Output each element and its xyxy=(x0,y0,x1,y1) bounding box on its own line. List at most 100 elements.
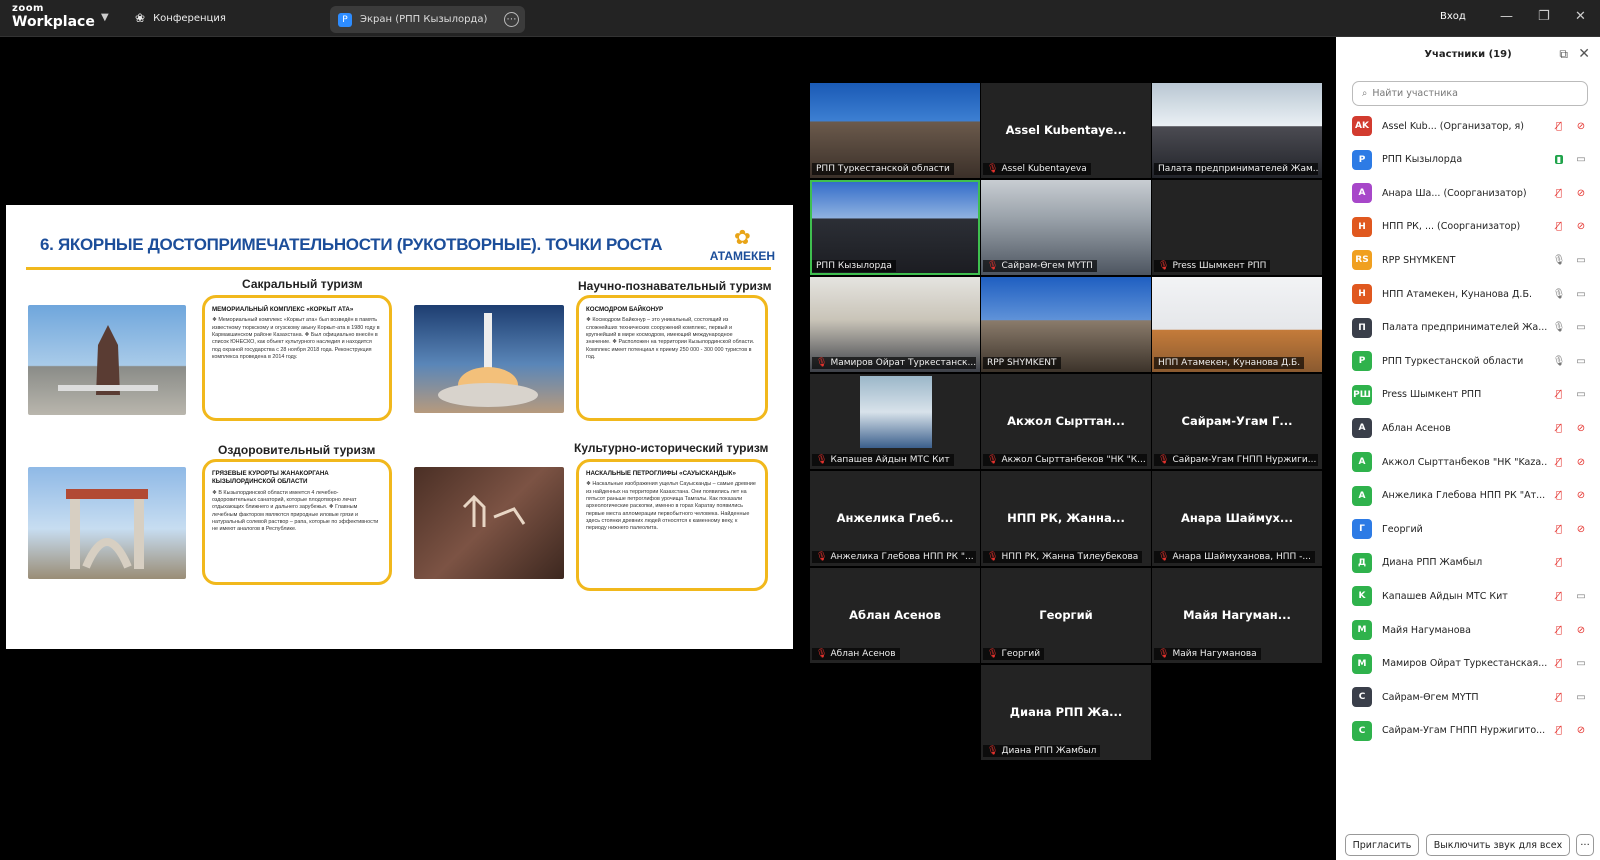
camera-icon: ▭ xyxy=(1576,355,1586,367)
box-body: ❖ В Кызылординской области имеется 4 леч… xyxy=(212,489,379,533)
video-tile[interactable]: Акжол Сырттан... 🎙 Акжол Сырттанбеков "НК … xyxy=(981,374,1151,469)
mute-all-button[interactable]: Выключить звук для всех xyxy=(1426,834,1570,856)
atameken-logo: ✿ АТАМЕКЕН xyxy=(710,225,775,263)
mic-muted-icon: 🎙̸ xyxy=(1555,422,1562,434)
tile-label-text: Акжол Сырттанбеков "НК "К... xyxy=(1001,455,1146,465)
participant-row[interactable]: RS RPP SHYMKENT 🎙 ▭ xyxy=(1352,246,1592,274)
tile-center-name: Assel Kubentaye... xyxy=(1005,123,1127,137)
participant-row[interactable]: K Капашев Айдын МТС Кит 🎙̸ ▭ xyxy=(1352,582,1592,610)
conference-menu[interactable]: ❀ Конференция xyxy=(135,11,226,25)
mic-muted-icon: 🎙̸ xyxy=(1555,120,1562,132)
participant-row[interactable]: H НПП Атамекен, Кунанова Д.Б. 🎙 ▭ xyxy=(1352,280,1592,308)
video-tile[interactable]: 🎙 Сайрам-Өгем МҮТП xyxy=(981,180,1151,275)
restore-icon[interactable]: ❐ xyxy=(1538,9,1550,24)
participant-row[interactable]: M Мамиров Ойрат Туркестанская... 🎙̸ ▭ xyxy=(1352,650,1592,678)
tile-name-label: РПП Кызылорда xyxy=(812,260,896,272)
video-tile[interactable]: НПП РК, Жанна... 🎙 НПП РК, Жанна Тилеубеко… xyxy=(981,471,1151,566)
box-baikonur: КОСМОДРОМ БАЙКОНУР ❖ Космодром Байконур … xyxy=(576,295,768,421)
login-button[interactable]: Вход xyxy=(1440,11,1466,22)
video-tile[interactable]: Анжелика Глеб... 🎙 Анжелика Глебова НПП РК… xyxy=(810,471,980,566)
mic-muted-icon: 🎙 xyxy=(1158,552,1170,562)
tile-label-text: Assel Kubentayeva xyxy=(1001,164,1087,174)
mic-muted-icon: 🎙 xyxy=(987,261,999,271)
participant-name: НПП РК, ... (Соорганизатор) xyxy=(1382,221,1521,233)
search-input[interactable]: ⌕ Найти участника xyxy=(1352,81,1588,106)
participant-row[interactable]: П Палата предпринимателей Жа... 🎙 ▭ xyxy=(1352,314,1592,342)
more-button[interactable]: ··· xyxy=(1576,834,1594,856)
close-icon[interactable]: ✕ xyxy=(1578,46,1590,62)
camera-icon: ▭ xyxy=(1576,288,1586,300)
tile-name-label: НПП Атамекен, Кунанова Д.Б. xyxy=(1154,357,1305,369)
participant-row[interactable]: A Акжол Сырттанбеков "НК "Kaza... 🎙̸ ⊘ xyxy=(1352,448,1592,476)
video-tile[interactable]: 🎙 Капашев Айдын МТС Кит xyxy=(810,374,980,469)
participant-row[interactable]: C Сайрам-Өгем МҮТП 🎙̸ ▭ xyxy=(1352,683,1592,711)
participant-row[interactable]: C Сайрам-Угам ГНПП Нуржигито... 🎙̸ ⊘ xyxy=(1352,717,1592,745)
mic-muted-icon: 🎙 xyxy=(987,746,999,756)
avatar: AK xyxy=(1352,116,1372,136)
video-tile[interactable]: РПП Туркестанской области xyxy=(810,83,980,178)
mic-muted-icon: 🎙̸ xyxy=(1555,490,1562,502)
video-tile[interactable]: Анара Шаймух... 🎙 Анара Шаймуханова, НПП -… xyxy=(1152,471,1322,566)
search-icon: ⌕ xyxy=(1362,88,1368,99)
tile-center-name: Анара Шаймух... xyxy=(1180,511,1294,525)
camera-off-icon: ⊘ xyxy=(1576,221,1586,233)
video-tile[interactable]: Диана РПП Жа... 🎙 Диана РПП Жамбыл xyxy=(981,665,1151,760)
participant-row[interactable]: Д Диана РПП Жамбыл 🎙̸ xyxy=(1352,549,1592,577)
camera-off-icon: ⊘ xyxy=(1576,422,1586,434)
close-icon[interactable]: ✕ xyxy=(1575,9,1586,24)
tile-label-text: НПП Атамекен, Кунанова Д.Б. xyxy=(1158,358,1301,368)
participant-row[interactable]: A Аблан Асенов 🎙̸ ⊘ xyxy=(1352,414,1592,442)
video-tile[interactable]: Сайрам-Угам Г... 🎙 Сайрам-Угам ГНПП Нуржиг… xyxy=(1152,374,1322,469)
video-tile[interactable]: Палата предпринимателей Жам... xyxy=(1152,83,1322,178)
mic-muted-icon: 🎙̸ xyxy=(1555,658,1562,670)
avatar: A xyxy=(1352,183,1372,204)
video-tile[interactable]: Георгий 🎙 Георгий xyxy=(981,568,1151,663)
participant-row[interactable]: M Майя Нагуманова 🎙̸ ⊘ xyxy=(1352,616,1592,644)
box-head: ГРЯЗЕВЫЕ КУРОРТЫ ЖАНАКОРГАНА КЫЗЫЛОРДИНС… xyxy=(212,470,329,486)
invite-button[interactable]: Пригласить xyxy=(1345,834,1419,856)
participant-row[interactable]: P РПП Кызылорда ▮ ▭ xyxy=(1352,146,1592,174)
avatar: M xyxy=(1352,653,1372,674)
video-tile[interactable]: RPP SHYMKENT xyxy=(981,277,1151,372)
video-tile[interactable]: 🎙 Мамиров Ойрат Туркестанск... xyxy=(810,277,980,372)
options-icon[interactable]: ⋯ xyxy=(504,12,519,27)
mic-muted-icon: 🎙̸ xyxy=(1555,523,1562,535)
participant-row[interactable]: PШ Press Шымкент РПП 🎙̸ ▭ xyxy=(1352,381,1592,409)
video-tile[interactable]: Майя Нагуман... 🎙 Майя Нагуманова xyxy=(1152,568,1322,663)
participant-row[interactable]: H НПП РК, ... (Соорганизатор) 🎙̸ ⊘ xyxy=(1352,213,1592,241)
mic-muted-icon: 🎙̸ xyxy=(1555,691,1562,703)
mic-muted-icon: 🎙̸ xyxy=(1555,221,1562,233)
section-health: Оздоровительный туризм xyxy=(218,443,376,457)
participant-row[interactable]: A Анжелика Глебова НПП РК "Ат... 🎙̸ ⊘ xyxy=(1352,482,1592,510)
participant-row[interactable]: P РПП Туркестанской области 🎙 ▭ xyxy=(1352,347,1592,375)
video-tile[interactable]: Assel Kubentaye... 🎙 Assel Kubentayeva xyxy=(981,83,1151,178)
participant-name: Палата предпринимателей Жа... xyxy=(1382,322,1548,334)
participant-row[interactable]: A Анара Ша... (Соорганизатор) 🎙̸ ⊘ xyxy=(1352,179,1592,207)
popout-icon[interactable]: ⧉ xyxy=(1559,47,1568,62)
participant-row[interactable]: Г Георгий 🎙̸ ⊘ xyxy=(1352,515,1592,543)
tile-name-label: 🎙 Аблан Асенов xyxy=(812,648,900,660)
tile-label-text: Палата предпринимателей Жам... xyxy=(1158,164,1318,174)
video-tile[interactable]: 🎙 Press Шымкент РПП xyxy=(1152,180,1322,275)
avatar: H xyxy=(1352,284,1372,304)
minimize-icon[interactable]: — xyxy=(1500,9,1513,24)
video-tile[interactable]: РПП Кызылорда xyxy=(810,180,980,275)
mic-icon: 🎙 xyxy=(1552,322,1566,334)
camera-icon: ▭ xyxy=(1576,658,1586,670)
tile-name-label: Палата предпринимателей Жам... xyxy=(1154,163,1318,175)
avatar: K xyxy=(1352,586,1372,607)
tile-name-label: 🎙 Press Шымкент РПП xyxy=(1154,260,1271,272)
title-bar: zoom Workplace ▼ ❀ Конференция P Экран (… xyxy=(0,0,1600,37)
flower-icon: ✿ xyxy=(733,225,751,249)
avatar: H xyxy=(1352,216,1372,237)
chevron-down-icon[interactable]: ▼ xyxy=(101,12,109,23)
screen-share-tab[interactable]: P Экран (РПП Кызылорда) ⋯ xyxy=(330,6,525,33)
video-tile[interactable]: Аблан Асенов 🎙 Аблан Асенов xyxy=(810,568,980,663)
participant-row[interactable]: AK Assel Kub... (Организатор, я) 🎙̸ ⊘ xyxy=(1352,112,1592,140)
avatar: RS xyxy=(1352,250,1372,271)
screen-tab-label: Экран (РПП Кызылорда) xyxy=(360,14,488,25)
tile-label-text: Сайрам-Өгем МҮТП xyxy=(1001,261,1093,271)
box-korkyt-ata: МЕМОРИАЛЬНЫЙ КОМПЛЕКС «КОРКЫТ АТА» ❖ Мем… xyxy=(202,295,392,421)
video-tile[interactable]: НПП Атамекен, Кунанова Д.Б. xyxy=(1152,277,1322,372)
mic-muted-icon: 🎙̸ xyxy=(1555,590,1562,602)
